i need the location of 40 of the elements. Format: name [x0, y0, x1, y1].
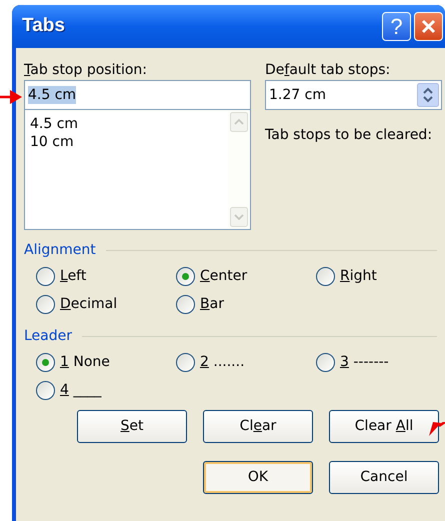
dialog-button[interactable]: Clear: [203, 410, 313, 443]
radio-button[interactable]: [36, 266, 55, 286]
dialog-button[interactable]: Set: [77, 410, 187, 443]
field-label: Default tab stops:: [265, 61, 392, 80]
radio-button[interactable]: [176, 352, 195, 372]
radio-button[interactable]: [316, 352, 335, 372]
tab-stop-position-field[interactable]: 4.5 cm: [24, 80, 251, 110]
radio-option[interactable]: 4 ____: [36, 380, 102, 400]
group-title: Leader: [24, 327, 72, 346]
dialog-button[interactable]: OK: [203, 461, 313, 494]
field-value: 4.5 cm: [28, 86, 76, 104]
list-item[interactable]: 10 cm: [30, 133, 74, 151]
dialog-button[interactable]: Clear All: [329, 410, 439, 443]
list-item[interactable]: 4.5 cm: [30, 115, 78, 133]
field-value: 1.27 cm: [269, 86, 327, 104]
field-label: Tab stops to be cleared:: [265, 126, 434, 145]
radio-option[interactable]: 3 -------: [316, 352, 389, 372]
field-label: Tab stop position:: [24, 61, 148, 80]
window-title: Tabs: [22, 14, 65, 38]
radio-option[interactable]: Left: [36, 266, 86, 286]
annotation-arrow: [0, 90, 22, 104]
radio-option[interactable]: Center: [176, 266, 248, 286]
close-icon: [420, 18, 437, 35]
spin-arrows-icon[interactable]: [417, 83, 439, 107]
radio-button[interactable]: [316, 266, 335, 286]
radio-button[interactable]: [36, 294, 55, 314]
radio-button[interactable]: [176, 266, 195, 286]
radio-button[interactable]: [36, 352, 55, 372]
dialog-button[interactable]: Cancel: [329, 461, 439, 494]
group-title: Alignment: [24, 241, 96, 260]
radio-button[interactable]: [36, 380, 55, 400]
radio-button[interactable]: [176, 294, 195, 314]
annotation-arrow: [429, 422, 445, 438]
close-button[interactable]: [414, 12, 443, 41]
radio-option[interactable]: 2 .......: [176, 352, 245, 372]
radio-option[interactable]: Bar: [176, 294, 224, 314]
default-tab-stops-field[interactable]: 1.27 cm: [265, 80, 442, 110]
radio-option[interactable]: 1 None: [36, 352, 110, 372]
radio-option[interactable]: Right: [316, 266, 377, 286]
radio-option[interactable]: Decimal: [36, 294, 118, 314]
